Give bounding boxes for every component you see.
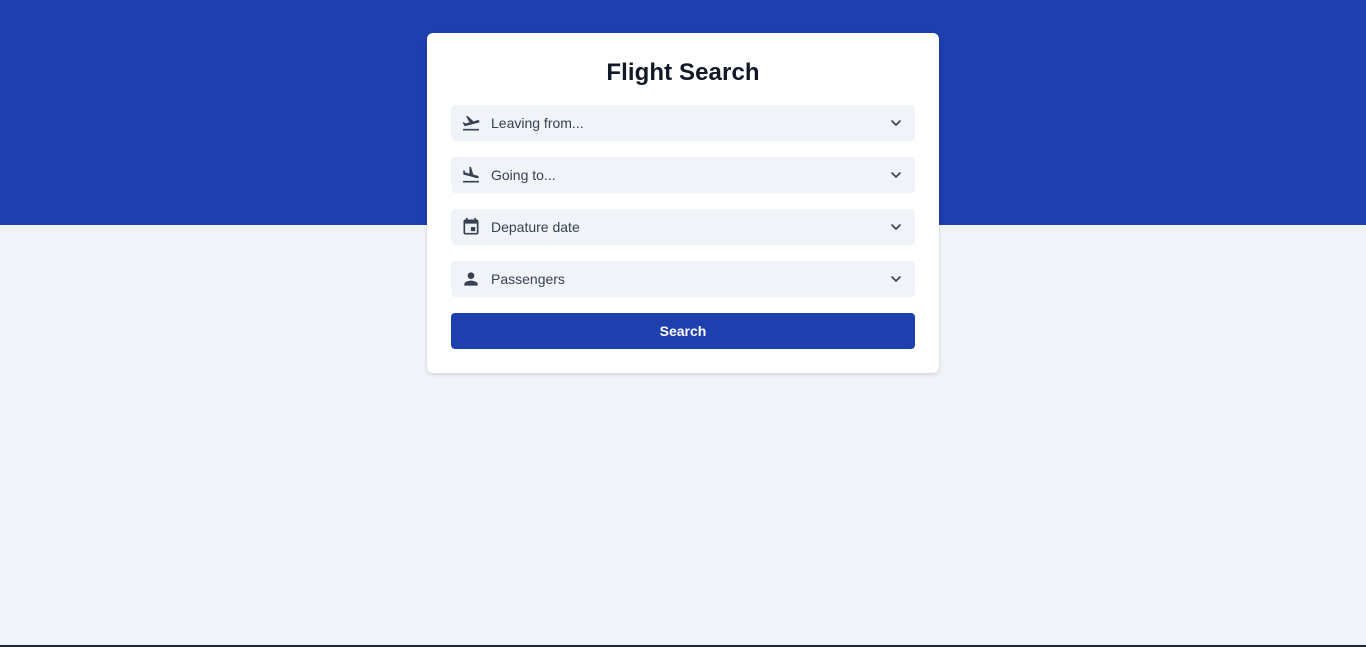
departure-date-label: Depature date [491,219,580,235]
passengers-select[interactable]: Passengers [451,261,915,297]
chevron-down-icon [889,272,903,286]
going-to-label: Going to... [491,167,556,183]
departure-date-select[interactable]: Depature date [451,209,915,245]
chevron-down-icon [889,168,903,182]
flight-takeoff-icon [461,113,481,133]
page-title: Flight Search [606,59,760,86]
leaving-from-select[interactable]: Leaving from... [451,105,915,141]
passengers-label: Passengers [491,271,565,287]
chevron-down-icon [889,116,903,130]
search-button[interactable]: Search [451,313,915,349]
flight-land-icon [461,165,481,185]
person-icon [461,269,481,289]
calendar-icon [461,217,481,237]
chevron-down-icon [889,220,903,234]
going-to-select[interactable]: Going to... [451,157,915,193]
leaving-from-label: Leaving from... [491,115,584,131]
flight-search-card: Flight Search Leaving from... Going to..… [427,33,939,373]
